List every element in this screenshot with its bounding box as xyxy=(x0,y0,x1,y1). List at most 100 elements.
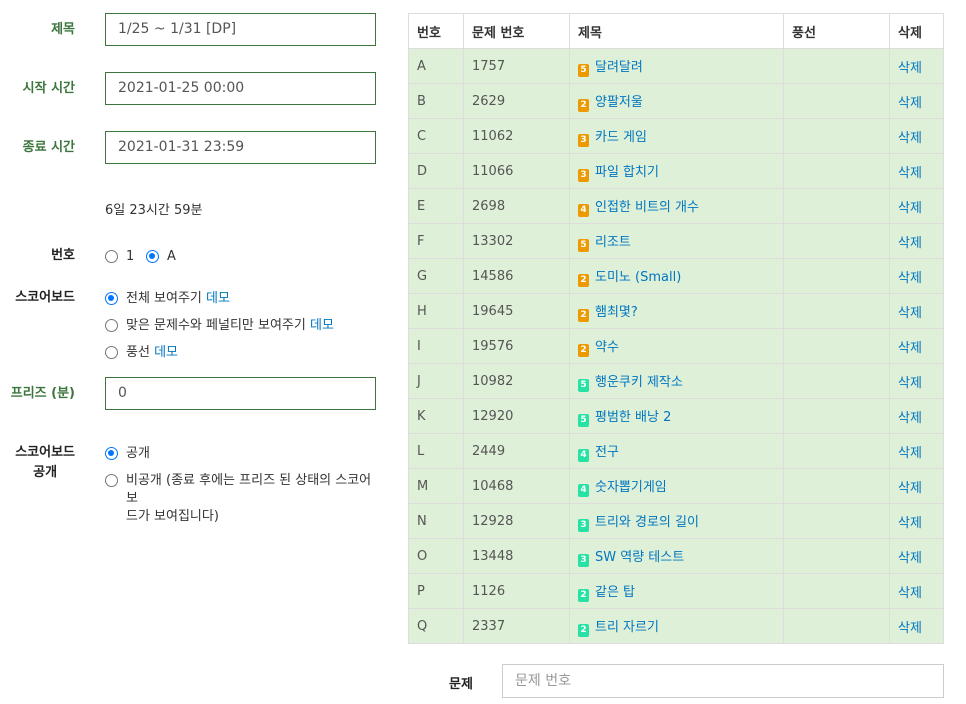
header-number: 번호 xyxy=(408,13,464,49)
row-title-text[interactable]: 전구 xyxy=(595,445,619,460)
row-delete-link[interactable]: 삭제 xyxy=(889,538,944,574)
row-delete-link[interactable]: 삭제 xyxy=(889,293,944,329)
freeze-input[interactable]: 0 xyxy=(105,377,376,410)
tier-badge-icon: 5 xyxy=(578,238,589,252)
tier-badge-icon: 2 xyxy=(578,308,589,322)
radio-checked-icon[interactable] xyxy=(105,292,118,305)
row-title-link[interactable]: 4 숫자뽑기게임 xyxy=(569,468,784,504)
scoreboard-option-solved-demo-link[interactable]: 데모 xyxy=(310,318,334,333)
scoreboard-option-full-demo-link[interactable]: 데모 xyxy=(206,291,230,306)
row-title-link[interactable]: 3 파일 합치기 xyxy=(569,153,784,189)
tier-badge-icon: 3 xyxy=(578,518,589,532)
table-row: K 12920 5 평범한 배낭 2 삭제 xyxy=(408,398,944,434)
row-problem-id: 2337 xyxy=(463,608,570,644)
row-delete-link[interactable]: 삭제 xyxy=(889,398,944,434)
row-title-link[interactable]: 2 약수 xyxy=(569,328,784,364)
row-delete-link[interactable]: 삭제 xyxy=(889,223,944,259)
row-title-link[interactable]: 2 도미노 (Small) xyxy=(569,258,784,294)
tier-badge-icon: 3 xyxy=(578,553,589,567)
table-row: F 13302 5 리조트 삭제 xyxy=(408,223,944,259)
row-title-link[interactable]: 3 SW 역량 테스트 xyxy=(569,538,784,574)
row-delete-link[interactable]: 삭제 xyxy=(889,573,944,609)
row-title-text[interactable]: 도미노 (Small) xyxy=(595,270,681,285)
row-title-link[interactable]: 2 같은 탑 xyxy=(569,573,784,609)
row-title-link[interactable]: 2 햄최몇? xyxy=(569,293,784,329)
row-number: D xyxy=(408,153,464,189)
row-delete-link[interactable]: 삭제 xyxy=(889,468,944,504)
row-number: C xyxy=(408,118,464,154)
row-delete-link[interactable]: 삭제 xyxy=(889,188,944,224)
row-delete-link[interactable]: 삭제 xyxy=(889,608,944,644)
start-time-input[interactable]: 2021-01-25 00:00 xyxy=(105,72,376,105)
row-delete-link[interactable]: 삭제 xyxy=(889,48,944,84)
radio-checked-icon[interactable] xyxy=(146,250,159,263)
row-title-link[interactable]: 5 행운쿠키 제작소 xyxy=(569,363,784,399)
radio-unchecked-icon[interactable] xyxy=(105,319,118,332)
row-balloon xyxy=(783,188,890,224)
tier-badge-icon: 4 xyxy=(578,483,589,497)
radio-checked-icon[interactable] xyxy=(105,447,118,460)
row-title-link[interactable]: 4 인접한 비트의 개수 xyxy=(569,188,784,224)
scoreboard-option-balloon-demo-link[interactable]: 데모 xyxy=(154,345,178,360)
add-problem-label: 문제 xyxy=(449,677,473,692)
row-delete-link[interactable]: 삭제 xyxy=(889,258,944,294)
row-delete-link[interactable]: 삭제 xyxy=(889,153,944,189)
row-title-link[interactable]: 5 달려달려 xyxy=(569,48,784,84)
tier-badge-icon: 4 xyxy=(578,448,589,462)
row-title-link[interactable]: 5 평범한 배낭 2 xyxy=(569,398,784,434)
row-title-text[interactable]: 햄최몇? xyxy=(595,305,638,320)
radio-unchecked-icon[interactable] xyxy=(105,250,118,263)
row-delete-link[interactable]: 삭제 xyxy=(889,503,944,539)
row-title-link[interactable]: 2 양팔저울 xyxy=(569,83,784,119)
row-balloon xyxy=(783,223,890,259)
table-row: E 2698 4 인접한 비트의 개수 삭제 xyxy=(408,188,944,224)
table-row: O 13448 3 SW 역량 테스트 삭제 xyxy=(408,538,944,574)
table-row: I 19576 2 약수 삭제 xyxy=(408,328,944,364)
number-radio-1[interactable]: 1 xyxy=(105,248,134,266)
row-delete-link[interactable]: 삭제 xyxy=(889,83,944,119)
scoreboard-option-solved[interactable]: 맞은 문제수와 페널티만 보여주기 데모 xyxy=(105,317,334,335)
row-title-text[interactable]: 평범한 배낭 2 xyxy=(595,410,671,425)
row-title-text[interactable]: 인접한 비트의 개수 xyxy=(595,200,699,215)
row-number: F xyxy=(408,223,464,259)
row-title-link[interactable]: 3 카드 게임 xyxy=(569,118,784,154)
public-option-private[interactable]: 비공개 (종료 후에는 프리즈 된 상태의 스코어보 드가 보여집니다) xyxy=(105,472,380,526)
radio-unchecked-icon[interactable] xyxy=(105,346,118,359)
row-title-text[interactable]: 리조트 xyxy=(595,235,631,250)
row-title-link[interactable]: 4 전구 xyxy=(569,433,784,469)
row-balloon xyxy=(783,573,890,609)
public-option-private-text: 비공개 (종료 후에는 프리즈 된 상태의 스코어보 드가 보여집니다) xyxy=(126,472,380,526)
row-title-text[interactable]: 같은 탑 xyxy=(595,585,635,600)
row-number: P xyxy=(408,573,464,609)
end-time-input[interactable]: 2021-01-31 23:59 xyxy=(105,131,376,164)
public-option-public[interactable]: 공개 xyxy=(105,445,150,463)
row-number: A xyxy=(408,48,464,84)
row-title-text[interactable]: 양팔저울 xyxy=(595,95,643,110)
row-title-link[interactable]: 3 트리와 경로의 길이 xyxy=(569,503,784,539)
row-title-text[interactable]: 달려달려 xyxy=(595,60,643,75)
scoreboard-option-balloon[interactable]: 풍선 데모 xyxy=(105,344,178,362)
row-title-text[interactable]: SW 역량 테스트 xyxy=(595,550,684,565)
row-delete-link[interactable]: 삭제 xyxy=(889,328,944,364)
problem-number-input[interactable]: 문제 번호 xyxy=(502,664,944,698)
row-title-text[interactable]: 파일 합치기 xyxy=(595,165,659,180)
row-title-text[interactable]: 트리 자르기 xyxy=(595,620,659,635)
radio-unchecked-icon[interactable] xyxy=(105,474,118,487)
title-input[interactable]: 1/25 ~ 1/31 [DP] xyxy=(105,13,376,46)
row-title-text[interactable]: 트리와 경로의 길이 xyxy=(595,515,699,530)
row-delete-link[interactable]: 삭제 xyxy=(889,363,944,399)
row-title-text[interactable]: 약수 xyxy=(595,340,619,355)
row-delete-link[interactable]: 삭제 xyxy=(889,433,944,469)
row-balloon xyxy=(783,503,890,539)
row-title-link[interactable]: 5 리조트 xyxy=(569,223,784,259)
row-title-link[interactable]: 2 트리 자르기 xyxy=(569,608,784,644)
scoreboard-option-full[interactable]: 전체 보여주기 데모 xyxy=(105,290,230,308)
scoreboard-public-label-line2: 공개 xyxy=(33,465,58,480)
row-title-text[interactable]: 카드 게임 xyxy=(595,130,647,145)
row-delete-link[interactable]: 삭제 xyxy=(889,118,944,154)
row-balloon xyxy=(783,118,890,154)
number-radio-a[interactable]: A xyxy=(146,248,176,266)
row-title-text[interactable]: 행운쿠키 제작소 xyxy=(595,375,683,390)
public-option-public-label: 공개 xyxy=(126,446,150,461)
row-title-text[interactable]: 숫자뽑기게임 xyxy=(595,480,667,495)
